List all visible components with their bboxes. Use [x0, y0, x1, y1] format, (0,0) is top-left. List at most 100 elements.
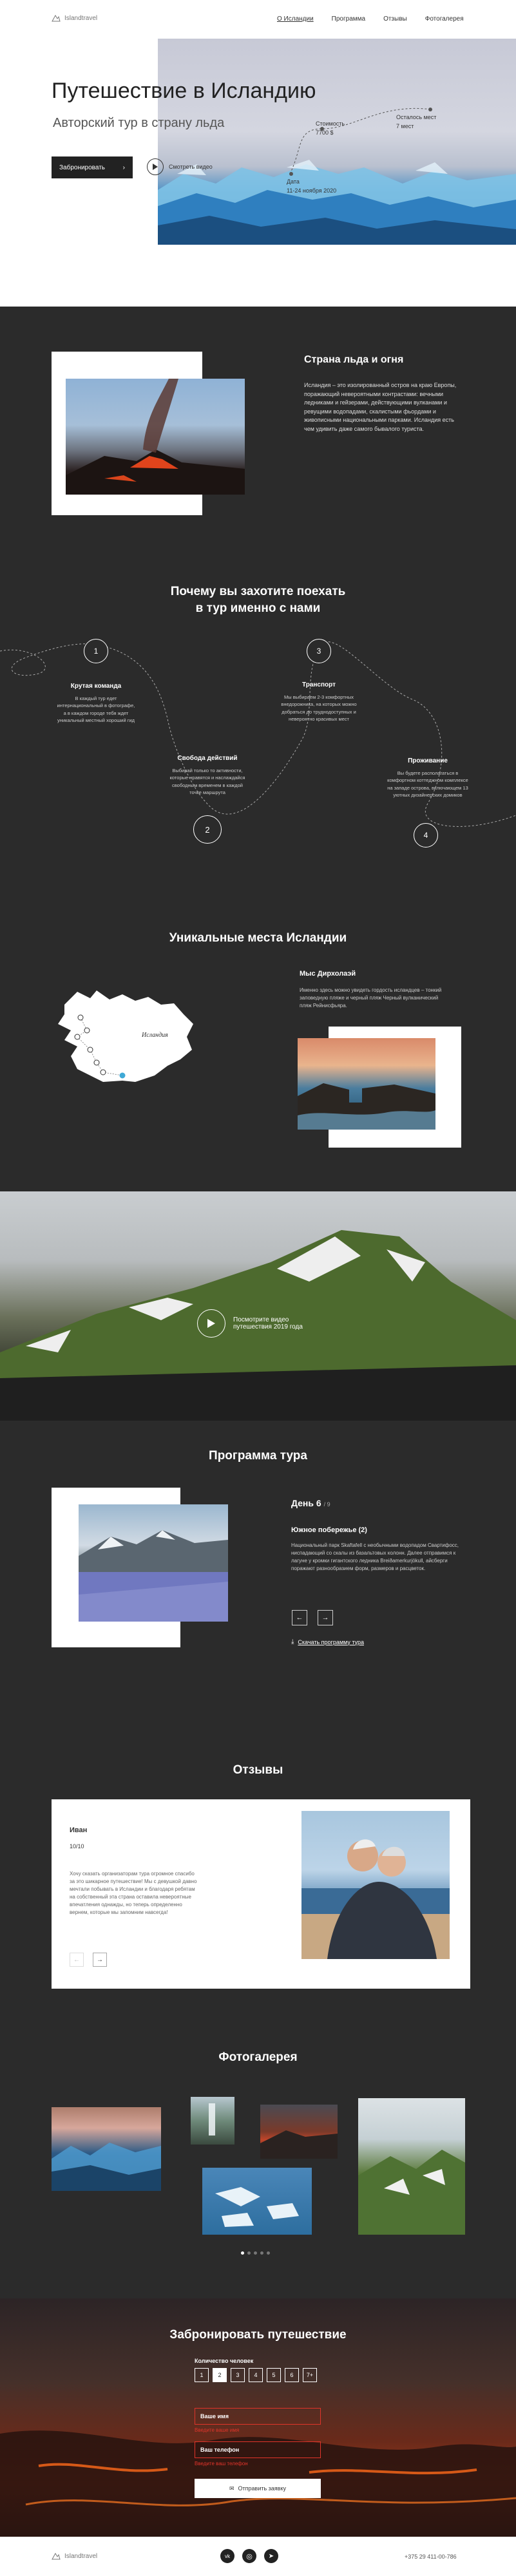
iceland-map: Исландия — [58, 990, 193, 1082]
chevron-right-icon: › — [122, 164, 125, 171]
video-section[interactable]: Посмотрите видео путешествия 2019 года — [0, 1191, 516, 1421]
about-section: Страна льда и огня Исландия – это изолир… — [0, 307, 516, 1191]
review-photo — [301, 1811, 450, 1959]
map-point-active[interactable] — [119, 1072, 126, 1079]
submit-button[interactable]: ✉ Отправить заявку — [195, 2479, 321, 2498]
why-number-4: 4 — [414, 823, 438, 848]
video-caption-line2: путешествия 2019 года — [233, 1323, 303, 1331]
program-next-button[interactable]: → — [318, 1610, 333, 1625]
instagram-icon[interactable]: ◎ — [242, 2549, 256, 2563]
footer-logo-text: Islandtravel — [64, 2552, 98, 2560]
booking-count-label: Количество человек — [195, 2358, 254, 2364]
gallery-title: Фотогалерея — [218, 2050, 298, 2064]
review-next-button[interactable]: → — [93, 1953, 107, 1967]
video-play-button[interactable]: Посмотрите видео путешествия 2019 года — [197, 1309, 303, 1338]
program-day-total: / 9 — [323, 1501, 330, 1508]
why-number-2: 2 — [193, 815, 222, 844]
map-point[interactable] — [77, 1014, 84, 1021]
phone-error: Введите ваш телефон — [195, 2461, 248, 2467]
why-item-2-text: Выбирай только то активности, которые нр… — [169, 768, 245, 795]
gallery-dots — [241, 2251, 270, 2255]
count-option[interactable]: 1 — [195, 2368, 209, 2382]
count-option[interactable]: 4 — [249, 2368, 263, 2382]
why-title-line2: в тур именно с нами — [195, 601, 321, 615]
review-score: 10/10 — [70, 1843, 84, 1850]
count-option-selected[interactable]: 2 — [213, 2368, 227, 2382]
send-icon: ✉ — [229, 2485, 234, 2492]
submit-label: Отправить заявку — [238, 2485, 286, 2492]
nav-item-gallery[interactable]: Фотогалерея — [425, 15, 464, 23]
logo[interactable]: Islandtravel — [52, 14, 97, 22]
why-title-line1: Почему вы захотите поехать — [170, 585, 346, 598]
social-links: vk ◎ ➤ — [220, 2549, 278, 2563]
program-day-text: Национальный парк Skaftafell с необычным… — [291, 1542, 459, 1571]
date-value: 11-24 ноября 2020 — [287, 187, 337, 194]
booking-title: Забронировать путешествие — [169, 2328, 347, 2342]
gallery-photo-4[interactable] — [202, 2168, 312, 2235]
count-option[interactable]: 7+ — [303, 2368, 317, 2382]
hero-subtitle: Авторский тур в страну льда — [53, 116, 225, 130]
gallery-dot[interactable] — [260, 2251, 263, 2255]
date-label: Дата — [287, 178, 300, 185]
hero-route — [289, 108, 432, 176]
reviews-title: Отзывы — [233, 1763, 283, 1777]
gallery-dot[interactable] — [254, 2251, 257, 2255]
place-title: Мыс Дирхолаэй — [300, 970, 356, 978]
booking-section: Забронировать путешествие Количество чел… — [0, 2298, 516, 2537]
map-point[interactable] — [93, 1059, 100, 1066]
map-label: Исландия — [141, 1032, 168, 1039]
program-photo — [79, 1504, 228, 1622]
why-item-4-text: Вы будете располагаться в комфортном кот… — [387, 770, 468, 798]
gallery-photo-1[interactable] — [52, 2107, 161, 2191]
count-option[interactable]: 3 — [231, 2368, 245, 2382]
why-item-1: Крутая команда В каждый тур едет интерна… — [57, 683, 135, 724]
download-icon: ⤓ — [291, 1638, 294, 1645]
hero-video-button[interactable]: Смотреть видео — [147, 158, 213, 175]
why-item-4-title: Проживание — [408, 757, 448, 764]
program-download-link[interactable]: ⤓ Скачать программу тура — [291, 1638, 364, 1645]
map-point[interactable] — [84, 1027, 90, 1034]
about-photo — [66, 379, 245, 495]
gallery-dot-active[interactable] — [241, 2251, 244, 2255]
gallery-dot[interactable] — [247, 2251, 251, 2255]
program-day-title: Южное побережье (2) — [291, 1526, 367, 1534]
why-item-3-title: Транспорт — [301, 681, 336, 688]
program-title: Программа тура — [209, 1449, 307, 1463]
footer-logo[interactable]: Islandtravel — [52, 2552, 97, 2560]
nav-item-reviews[interactable]: Отзывы — [383, 15, 407, 23]
why-number-1: 1 — [84, 639, 108, 663]
price-label: Стоимость — [316, 120, 345, 127]
why-item-4: Проживание Вы будете располагаться в ком… — [387, 757, 469, 799]
gallery-dot[interactable] — [267, 2251, 270, 2255]
why-number-3: 3 — [307, 639, 331, 663]
places-title: Уникальные места Исландии — [169, 931, 347, 945]
review-text: Хочу сказать организаторам тура огромное… — [70, 1871, 197, 1915]
gallery-photo-2[interactable] — [191, 2097, 234, 2145]
why-item-3-text: Мы выбираем 2-3 комфортных внедорожника,… — [281, 694, 357, 722]
name-field[interactable]: Ваше имя — [195, 2408, 321, 2425]
map-point[interactable] — [100, 1069, 106, 1075]
review-prev-button[interactable]: ← — [70, 1953, 84, 1967]
why-item-1-text: В каждый тур едет интернациональный в фо… — [57, 696, 135, 723]
map-point[interactable] — [87, 1046, 93, 1053]
gallery-photo-5[interactable] — [358, 2098, 465, 2235]
price-value: 7700 $ — [316, 129, 334, 136]
program-prev-button[interactable]: ← — [292, 1610, 307, 1625]
telegram-icon[interactable]: ➤ — [264, 2549, 278, 2563]
nav-item-about[interactable]: О Исландии — [277, 15, 314, 23]
hero-book-button[interactable]: Забронировать › — [52, 156, 133, 178]
logo-icon — [52, 2553, 61, 2560]
play-icon — [147, 158, 164, 175]
program-day-label: День 6 — [291, 1498, 321, 1508]
vk-icon[interactable]: vk — [220, 2549, 234, 2563]
hero-title: Путешествие в Исландию — [52, 79, 316, 103]
map-point[interactable] — [74, 1034, 81, 1040]
nav-item-program[interactable]: Программа — [332, 15, 365, 23]
count-option[interactable]: 5 — [267, 2368, 281, 2382]
count-option[interactable]: 6 — [285, 2368, 299, 2382]
phone-field[interactable]: Ваш телефон — [195, 2441, 321, 2458]
booking-counts: 1 2 3 4 5 6 7+ — [195, 2368, 317, 2382]
gallery-photo-3[interactable] — [260, 2105, 338, 2159]
footer-phone[interactable]: +375 29 411-00-786 — [405, 2553, 457, 2560]
footer: Islandtravel vk ◎ ➤ +375 29 411-00-786 — [0, 2537, 516, 2576]
